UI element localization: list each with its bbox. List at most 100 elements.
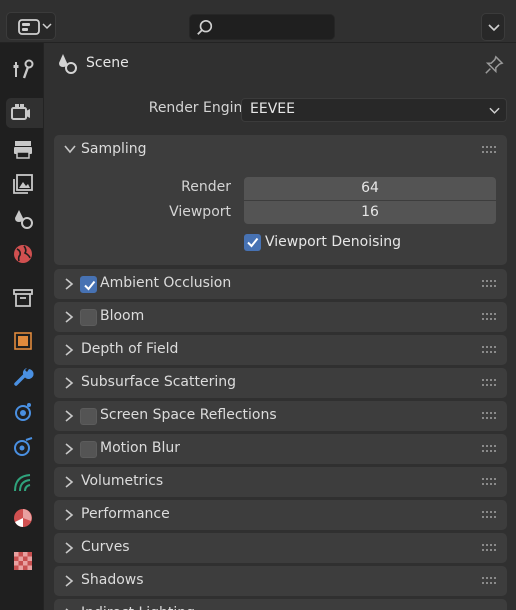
render-samples-label: Render xyxy=(181,179,231,195)
scene-icon xyxy=(59,54,77,74)
object-constraint-icon xyxy=(14,474,31,492)
panel-bloom: Bloom xyxy=(54,302,507,332)
panel-ambient-occlusion: Ambient Occlusion xyxy=(54,269,507,299)
drag-handle-icon[interactable] xyxy=(482,511,498,519)
viewport-samples-label: Viewport xyxy=(169,204,231,220)
panel-title: Ambient Occlusion xyxy=(100,275,232,291)
render-engine-label: Render Engine xyxy=(148,100,251,116)
drag-handle-icon[interactable] xyxy=(482,313,498,321)
tab-object-constraint[interactable] xyxy=(8,467,38,497)
object-icon xyxy=(14,332,32,350)
panel-motion-blur: Motion Blur xyxy=(54,434,507,464)
panel-header-performance[interactable]: Performance xyxy=(54,500,507,530)
physics-icon xyxy=(14,437,33,456)
drag-handle-icon[interactable] xyxy=(482,478,498,486)
render-engine-value: EEVEE xyxy=(250,101,295,117)
drag-handle-icon[interactable] xyxy=(482,146,498,154)
ambient-occlusion-checkbox[interactable] xyxy=(80,276,97,293)
viewport-denoising-label: Viewport Denoising xyxy=(265,234,402,250)
tab-modifier[interactable] xyxy=(8,361,38,391)
panel-header-ambient-occlusion[interactable]: Ambient Occlusion xyxy=(54,269,507,299)
chevron-right-icon xyxy=(65,410,74,422)
drag-handle-icon[interactable] xyxy=(482,544,498,552)
chevron-right-icon xyxy=(65,509,74,521)
properties-tab-bar xyxy=(0,43,43,610)
panel-screen-space-reflections: Screen Space Reflections xyxy=(54,401,507,431)
viewport-samples-field[interactable]: 16 xyxy=(244,201,496,224)
panel-title: Performance xyxy=(81,506,170,522)
tab-object-data[interactable] xyxy=(8,503,38,533)
checkmark-icon xyxy=(247,237,259,248)
options-dropdown-button[interactable] xyxy=(481,13,505,41)
texture-icon xyxy=(14,552,32,570)
panel-curves: Curves xyxy=(54,533,507,563)
panel-header-depth-of-field[interactable]: Depth of Field xyxy=(54,335,507,365)
drag-handle-icon[interactable] xyxy=(482,280,498,288)
chevron-right-icon xyxy=(65,476,74,488)
chevron-right-icon xyxy=(65,377,74,389)
modifier-icon xyxy=(14,368,34,386)
panel-header-sampling[interactable]: Sampling xyxy=(54,135,507,165)
panel-title: Bloom xyxy=(100,308,145,324)
panel-title: Shadows xyxy=(81,572,144,588)
panel-volumetrics: Volumetrics xyxy=(54,467,507,497)
panel-header-screen-space-reflections[interactable]: Screen Space Reflections xyxy=(54,401,507,431)
panel-header-shadows[interactable]: Shadows xyxy=(54,566,507,596)
output-properties-icon xyxy=(14,141,32,159)
motion-blur-checkbox[interactable] xyxy=(80,441,97,458)
drag-handle-icon[interactable] xyxy=(482,577,498,585)
drag-handle-icon[interactable] xyxy=(482,379,498,387)
render-engine-dropdown[interactable]: EEVEE xyxy=(241,98,507,122)
collection-icon xyxy=(13,289,33,307)
panel-title: Motion Blur xyxy=(100,440,181,456)
tab-view-layer[interactable] xyxy=(8,169,38,199)
tab-texture[interactable] xyxy=(8,546,38,576)
tab-physics[interactable] xyxy=(8,432,38,462)
panel-header-bloom[interactable]: Bloom xyxy=(54,302,507,332)
tab-particles[interactable] xyxy=(8,397,38,427)
search-input[interactable] xyxy=(189,14,335,40)
drag-handle-icon[interactable] xyxy=(482,445,498,453)
tab-output[interactable] xyxy=(8,134,38,164)
scene-properties-icon xyxy=(15,210,33,229)
pin-icon[interactable] xyxy=(484,55,504,75)
panel-title: Subsurface Scattering xyxy=(81,374,236,390)
panel-sampling: Sampling Render 64 Viewport 16 Viewport … xyxy=(54,135,507,265)
chevron-right-icon xyxy=(65,311,74,323)
chevron-down-icon xyxy=(488,24,500,32)
panel-header-indirect-lighting[interactable]: Indirect Lighting xyxy=(54,599,507,610)
viewport-denoising-checkbox[interactable] xyxy=(244,234,261,251)
scene-name: Scene xyxy=(86,55,129,71)
panel-indirect-lighting: Indirect Lighting xyxy=(54,599,507,610)
panel-title: Screen Space Reflections xyxy=(100,407,277,423)
panel-performance: Performance xyxy=(54,500,507,530)
panel-title: Depth of Field xyxy=(81,341,179,357)
render-samples-field[interactable]: 64 xyxy=(244,177,496,200)
chevron-down-icon xyxy=(489,107,500,114)
drag-handle-icon[interactable] xyxy=(482,412,498,420)
tab-collection[interactable] xyxy=(8,283,38,313)
tab-scene[interactable] xyxy=(8,204,38,234)
tab-tool[interactable] xyxy=(8,55,38,85)
tab-object[interactable] xyxy=(8,326,38,356)
object-data-icon xyxy=(14,509,32,527)
render-properties-panel: Scene Render Engine EEVEE Sampling Rende… xyxy=(43,43,516,610)
panel-header-subsurface-scattering[interactable]: Subsurface Scattering xyxy=(54,368,507,398)
chevron-right-icon xyxy=(65,344,74,356)
panel-header-curves[interactable]: Curves xyxy=(54,533,507,563)
tab-render[interactable] xyxy=(6,98,43,128)
chevron-right-icon xyxy=(65,575,74,587)
bloom-checkbox[interactable] xyxy=(80,309,97,326)
panel-header-volumetrics[interactable]: Volumetrics xyxy=(54,467,507,497)
chevron-down-icon xyxy=(64,145,76,154)
panel-header-motion-blur[interactable]: Motion Blur xyxy=(54,434,507,464)
tab-world[interactable] xyxy=(8,239,38,269)
chevron-right-icon xyxy=(65,443,74,455)
drag-handle-icon[interactable] xyxy=(482,346,498,354)
panel-title: Sampling xyxy=(81,141,147,157)
screen-space-reflections-checkbox[interactable] xyxy=(80,408,97,425)
editor-type-button[interactable] xyxy=(6,12,56,40)
render-properties-icon xyxy=(11,104,30,120)
render-engine-row: Render Engine EEVEE xyxy=(44,98,516,122)
tool-icon xyxy=(13,59,34,79)
